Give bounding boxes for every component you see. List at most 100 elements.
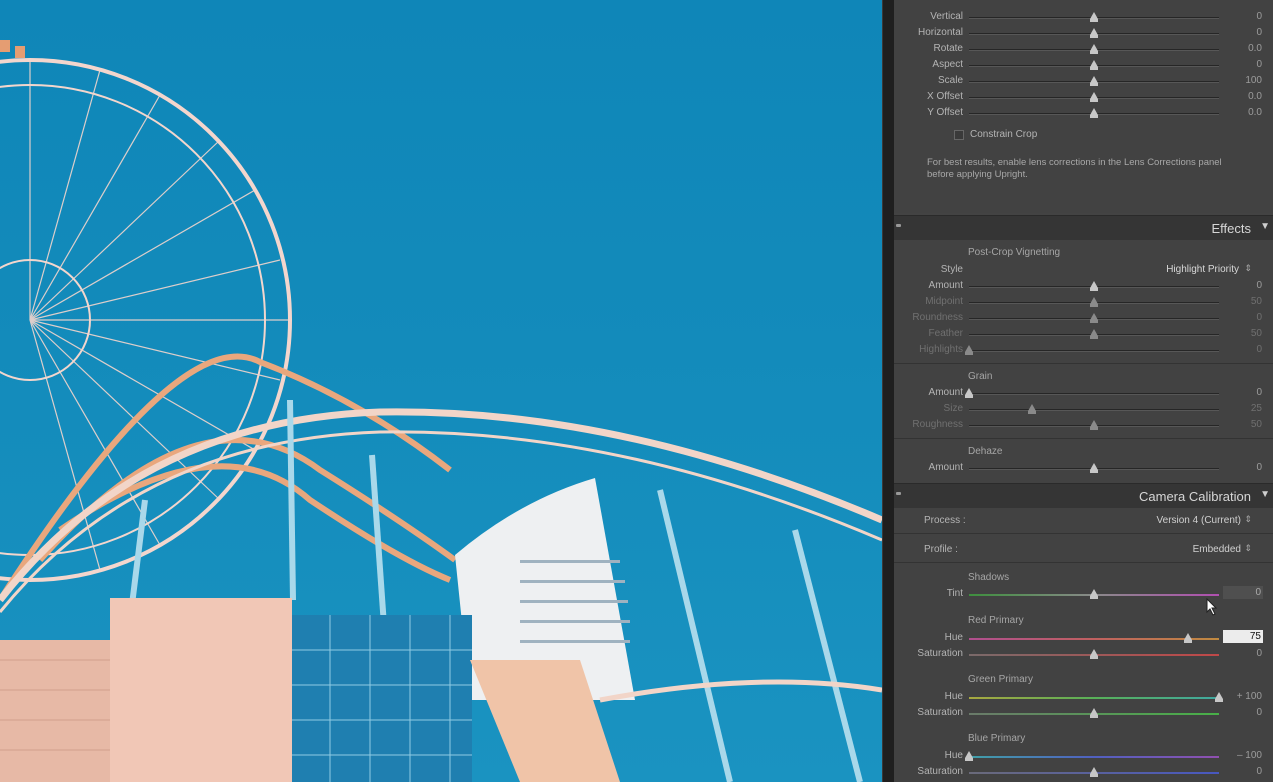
blue-primary-title: Blue Primary: [968, 733, 1026, 744]
vignette-roundness-slider-thumb[interactable]: [1090, 313, 1098, 323]
effects-header[interactable]: Effects ▼: [894, 215, 1273, 241]
profile-row[interactable]: Profile : Embedded ⇕: [894, 542, 1273, 558]
develop-panel: Vertical 0 Horizontal 0 Rotate 0.0 Aspect 0 Scal…: [894, 0, 1273, 782]
grain-roughness-value[interactable]: 50: [1251, 419, 1262, 430]
scale-label: Scale: [937, 75, 963, 86]
dehaze-amount-value[interactable]: 0: [1256, 462, 1262, 473]
collapse-triangle-icon[interactable]: ▼: [1260, 489, 1270, 500]
vignette-roundness-value[interactable]: 0: [1256, 312, 1262, 323]
aspect-slider-thumb[interactable]: [1090, 60, 1098, 70]
grain-amount-slider-track[interactable]: [969, 393, 1219, 395]
vignette-amount-value[interactable]: 0: [1256, 280, 1262, 291]
shadows-tint-slider-thumb[interactable]: [1090, 589, 1098, 599]
grain-roughness-slider-row: Roughness 50: [894, 418, 1273, 432]
vignette-highlights-value[interactable]: 0: [1256, 344, 1262, 355]
vignette-amount-slider-thumb[interactable]: [1090, 281, 1098, 291]
blue-hue-slider-row: Hue – 100: [894, 749, 1273, 763]
green-saturation-slider-thumb[interactable]: [1090, 708, 1098, 718]
vertical-value[interactable]: 0: [1256, 11, 1262, 22]
grain-title: Grain: [968, 371, 993, 382]
mouse-cursor-icon: [1206, 598, 1218, 616]
shadows-tint-value[interactable]: 0: [1223, 586, 1263, 599]
upright-note: For best results, enable lens correction…: [927, 157, 1222, 180]
rotate-slider-thumb[interactable]: [1090, 44, 1098, 54]
vignetting-title: Post-Crop Vignetting: [968, 247, 1061, 258]
blue-hue-slider-thumb[interactable]: [965, 751, 973, 761]
y-offset-value[interactable]: 0.0: [1248, 107, 1262, 118]
profile-dropdown[interactable]: Embedded: [1193, 544, 1241, 555]
grain-size-value[interactable]: 25: [1251, 403, 1262, 414]
blue-saturation-value[interactable]: 0: [1256, 766, 1262, 777]
x-offset-slider-thumb[interactable]: [1090, 92, 1098, 102]
grain-size-slider-track[interactable]: [969, 409, 1219, 411]
collapse-triangle-icon[interactable]: ▼: [1260, 221, 1270, 232]
photo-artwork: [0, 40, 882, 782]
process-label: Process :: [924, 515, 966, 526]
style-dropdown[interactable]: Highlight Priority: [1166, 264, 1239, 275]
grain-amount-slider-thumb[interactable]: [965, 388, 973, 398]
green-hue-slider-row: Hue + 100: [894, 690, 1273, 704]
scale-value[interactable]: 100: [1245, 75, 1262, 86]
red-hue-slider-row: Hue 75: [894, 630, 1273, 645]
red-saturation-value[interactable]: 0: [1256, 648, 1262, 659]
aspect-value[interactable]: 0: [1256, 59, 1262, 70]
green-hue-slider-track[interactable]: [969, 697, 1219, 699]
blue-hue-value[interactable]: – 100: [1237, 750, 1262, 761]
effects-title: Effects: [1211, 221, 1251, 236]
camera-calibration-header[interactable]: Camera Calibration ▼: [894, 483, 1273, 509]
blue-saturation-slider-thumb[interactable]: [1090, 767, 1098, 777]
green-hue-slider-thumb[interactable]: [1215, 692, 1223, 702]
panel-divider[interactable]: [882, 0, 894, 782]
dropdown-arrows-icon: ⇕: [1244, 263, 1252, 273]
red-hue-slider-thumb[interactable]: [1183, 633, 1192, 643]
panel-grip-icon: [896, 224, 901, 227]
aspect-label: Aspect: [932, 59, 963, 70]
constrain-crop-checkbox[interactable]: [954, 130, 964, 140]
horizontal-slider-thumb[interactable]: [1090, 28, 1098, 38]
vignette-highlights-slider-thumb[interactable]: [965, 345, 973, 355]
red-saturation-label: Saturation: [917, 648, 963, 659]
green-saturation-value[interactable]: 0: [1256, 707, 1262, 718]
x-offset-value[interactable]: 0.0: [1248, 91, 1262, 102]
grain-size-slider-thumb[interactable]: [1027, 404, 1036, 414]
x-offset-slider-row: X Offset 0.0: [894, 90, 1273, 104]
grain-amount-value[interactable]: 0: [1256, 387, 1262, 398]
horizontal-value[interactable]: 0: [1256, 27, 1262, 38]
vertical-slider-thumb[interactable]: [1090, 12, 1098, 22]
vignette-highlights-slider-track[interactable]: [969, 350, 1219, 352]
photo-preview[interactable]: [0, 0, 882, 782]
vertical-label: Vertical: [930, 11, 963, 22]
vignette-feather-value[interactable]: 50: [1251, 328, 1262, 339]
green-hue-value[interactable]: + 100: [1237, 691, 1262, 702]
vignette-midpoint-value[interactable]: 50: [1251, 296, 1262, 307]
red-hue-slider-track[interactable]: [969, 638, 1219, 640]
grain-roughness-slider-thumb[interactable]: [1090, 420, 1098, 430]
green-hue-label: Hue: [944, 691, 963, 702]
vignette-highlights-slider-row: Highlights 0: [894, 343, 1273, 357]
process-row[interactable]: Process : Version 4 (Current) ⇕: [894, 513, 1273, 529]
process-dropdown[interactable]: Version 4 (Current): [1157, 515, 1241, 526]
rotate-value[interactable]: 0.0: [1248, 43, 1262, 54]
y-offset-slider-row: Y Offset 0.0: [894, 106, 1273, 120]
vignette-midpoint-slider-thumb[interactable]: [1090, 297, 1098, 307]
horizontal-label: Horizontal: [917, 27, 963, 38]
scale-slider-thumb[interactable]: [1090, 76, 1098, 86]
dropdown-arrows-icon: ⇕: [1244, 543, 1252, 553]
vignette-roundness-slider-row: Roundness 0: [894, 311, 1273, 325]
rotate-label: Rotate: [933, 43, 963, 54]
red-saturation-slider-row: Saturation 0: [894, 647, 1273, 661]
red-primary-title: Red Primary: [968, 615, 1024, 626]
blue-hue-slider-track[interactable]: [969, 756, 1219, 758]
shadows-title: Shadows: [968, 572, 1010, 583]
red-saturation-slider-thumb[interactable]: [1090, 649, 1098, 659]
vignette-feather-slider-thumb[interactable]: [1090, 329, 1098, 339]
x-offset-label: X Offset: [927, 91, 963, 102]
blue-saturation-slider-row: Saturation 0: [894, 765, 1273, 779]
y-offset-slider-thumb[interactable]: [1090, 108, 1098, 118]
dehaze-amount-slider-thumb[interactable]: [1090, 463, 1098, 473]
dropdown-arrows-icon: ⇕: [1244, 514, 1252, 524]
grain-amount-slider-row: Amount 0: [894, 386, 1273, 400]
green-primary-title: Green Primary: [968, 674, 1034, 685]
red-hue-value[interactable]: 75: [1223, 630, 1263, 643]
dehaze-amount-slider-row: Amount 0: [894, 461, 1273, 475]
